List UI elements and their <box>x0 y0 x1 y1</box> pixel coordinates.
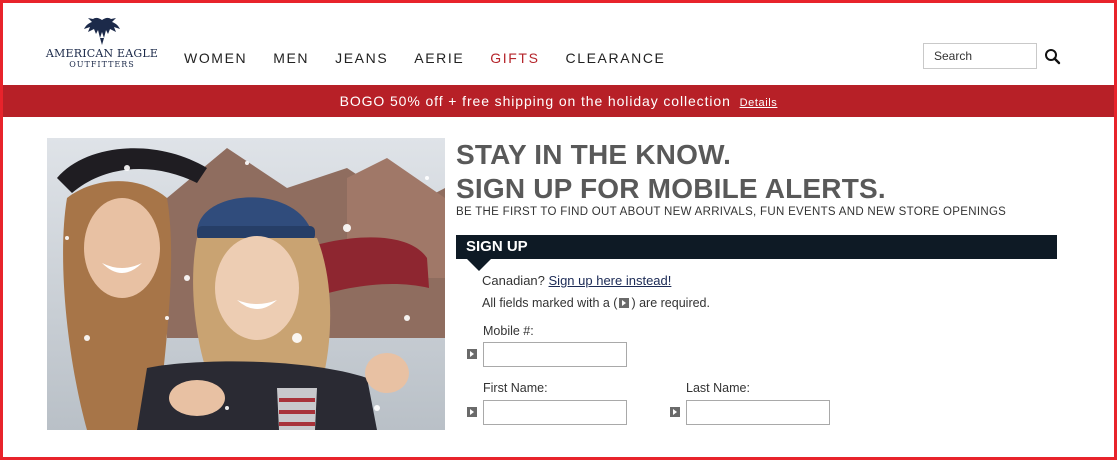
promo-text: BOGO 50% off + free shipping on the holi… <box>339 93 731 109</box>
promo-details-link[interactable]: Details <box>740 97 778 109</box>
mobile-input[interactable] <box>484 343 626 366</box>
brand-subname: OUTFITTERS <box>69 60 135 69</box>
mobile-label: Mobile #: <box>483 324 534 338</box>
required-prefix: All fields marked with a ( <box>482 296 618 310</box>
first-name-label: First Name: <box>483 381 548 395</box>
headline-line-1: STAY IN THE KNOW. <box>456 139 732 170</box>
brand-name: AMERICAN EAGLE <box>45 47 159 60</box>
first-name-required-icon <box>467 407 477 417</box>
canadian-signup-link[interactable]: Sign up here instead! <box>549 273 672 288</box>
hero-image-illustration <box>47 138 445 430</box>
required-suffix: ) are required. <box>631 296 710 310</box>
signup-bar: SIGN UP <box>456 235 1057 259</box>
search-button[interactable] <box>1044 48 1062 66</box>
mobile-required-icon <box>467 349 477 359</box>
last-name-required-icon <box>670 407 680 417</box>
canadian-prefix: Canadian? <box>482 273 545 288</box>
nav-clearance[interactable]: CLEARANCE <box>566 50 666 66</box>
main-nav: WOMEN MEN JEANS AERIE GIFTS CLEARANCE <box>184 50 692 66</box>
nav-women[interactable]: WOMEN <box>184 50 247 66</box>
last-name-field-box <box>686 400 830 425</box>
first-name-field-box <box>483 400 627 425</box>
required-marker-icon <box>619 298 630 308</box>
required-note: All fields marked with a ( ) are required… <box>482 296 710 310</box>
canadian-note: Canadian? Sign up here instead! <box>482 273 671 288</box>
search-icon <box>1045 49 1061 65</box>
last-name-label: Last Name: <box>686 381 750 395</box>
nav-aerie[interactable]: AERIE <box>414 50 464 66</box>
nav-jeans[interactable]: JEANS <box>335 50 388 66</box>
last-name-input[interactable] <box>687 401 829 424</box>
first-name-input[interactable] <box>484 401 626 424</box>
nav-men[interactable]: MEN <box>273 50 309 66</box>
search-box <box>923 43 1037 69</box>
hero-photo <box>47 138 445 430</box>
signup-bar-notch <box>467 259 491 271</box>
promo-banner: BOGO 50% off + free shipping on the holi… <box>3 85 1114 117</box>
signup-subhead: BE THE FIRST TO FIND OUT ABOUT NEW ARRIV… <box>456 206 1007 218</box>
nav-gifts[interactable]: GIFTS <box>490 50 539 66</box>
brand-logo[interactable]: AMERICAN EAGLE OUTFITTERS <box>44 16 160 74</box>
headline-line-2: SIGN UP FOR MOBILE ALERTS. <box>456 173 886 204</box>
eagle-logo-icon <box>84 17 120 45</box>
search-input[interactable] <box>924 44 1036 68</box>
signup-headline: STAY IN THE KNOW. SIGN UP FOR MOBILE ALE… <box>456 138 886 206</box>
mobile-field-box <box>483 342 627 367</box>
